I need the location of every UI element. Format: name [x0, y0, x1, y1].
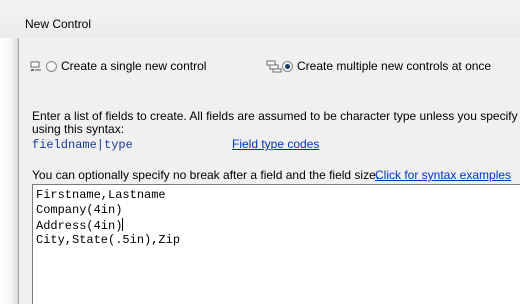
instructions-line-2: using this syntax:	[32, 122, 125, 136]
multiple-controls-radio[interactable]	[282, 60, 293, 72]
fields-line: Firstname,Lastname	[36, 188, 166, 202]
single-control-option[interactable]: Create a single new control	[30, 59, 206, 73]
fields-textarea[interactable]: Firstname,Lastname Company(4in) Address(…	[32, 184, 520, 304]
window-title: New Control	[25, 17, 92, 31]
fields-line: Company(4in)	[36, 203, 123, 217]
nobreak-instructions: You can optionally specify no break afte…	[32, 168, 380, 182]
single-control-label: Create a single new control	[61, 59, 207, 73]
title-bar[interactable]: New Control	[0, 0, 520, 39]
radio-selected-dot	[285, 63, 290, 69]
single-control-icon	[30, 60, 43, 73]
multiple-controls-label: Create multiple new controls at once	[297, 59, 492, 73]
fields-line: Address(4in)	[36, 218, 124, 233]
instructions-line-1: Enter a list of fields to create. All fi…	[32, 109, 520, 123]
new-control-dialog: New Control Create a single new control …	[0, 0, 520, 304]
syntax-examples-link[interactable]: Click for syntax examples	[375, 168, 511, 182]
field-type-codes-link[interactable]: Field type codes	[232, 137, 319, 151]
multiple-controls-option[interactable]: Create multiple new controls at once	[266, 59, 491, 73]
fields-line-text: Address(4in)	[36, 219, 123, 233]
single-control-radio[interactable]	[46, 60, 57, 72]
window-frame-edge	[0, 38, 18, 304]
fields-line: City,State(.5in),Zip	[36, 233, 181, 247]
multiple-controls-icon	[266, 60, 282, 73]
text-caret	[122, 218, 124, 231]
syntax-example: fieldname|type	[32, 138, 133, 152]
